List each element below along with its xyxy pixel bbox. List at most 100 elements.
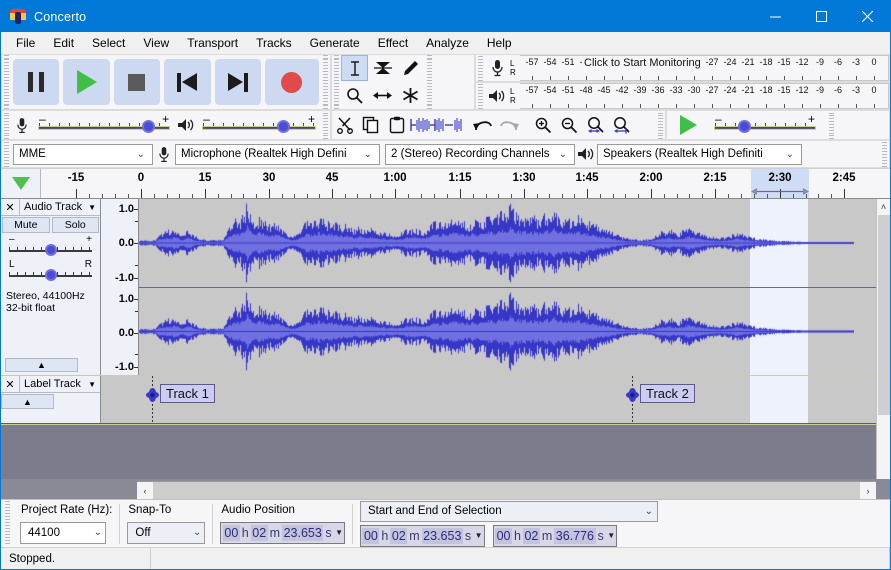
scroll-right-button[interactable]: › — [860, 482, 876, 499]
fit-selection-button[interactable] — [582, 112, 608, 138]
cut-button[interactable] — [332, 112, 358, 138]
solo-button[interactable]: Solo — [51, 217, 99, 233]
playback-volume-slider[interactable]: – + — [202, 112, 316, 136]
horizontal-scroll-thumb[interactable] — [153, 482, 860, 499]
toolbar-grip[interactable] — [2, 55, 11, 109]
toolbar-grip[interactable] — [332, 55, 341, 109]
toolbar-grip-right[interactable] — [425, 55, 434, 109]
slider-thumb[interactable] — [142, 120, 155, 133]
timeline-ruler[interactable]: -15 0 15 30 45 1:00 1:15 1:30 1:45 2:00 2:15 2:30 2:… — [41, 169, 890, 198]
playback-speed-slider[interactable]: – + — [714, 112, 816, 136]
chevron-down-icon[interactable]: ▼ — [607, 531, 615, 540]
paste-button[interactable] — [384, 112, 410, 138]
play-at-speed-button[interactable] — [671, 113, 705, 138]
pause-button[interactable] — [13, 59, 60, 105]
toolbar-grip[interactable] — [476, 83, 485, 109]
undo-button[interactable] — [470, 112, 496, 138]
chevron-down-icon[interactable]: ▼ — [475, 531, 483, 540]
recording-device-select[interactable]: Microphone (Realtek High Defini ⌄ — [175, 143, 380, 165]
waveform-channel-right[interactable] — [139, 288, 876, 375]
menu-help[interactable]: Help — [478, 34, 521, 52]
label-handle[interactable] — [626, 387, 639, 403]
scroll-up-button[interactable]: ˄ — [877, 199, 891, 214]
selection-mode-select[interactable]: Start and End of Selection ⌄ — [359, 500, 658, 522]
recording-meter-scale[interactable]: Click to Start Monitoring -57-54-51-48-4… — [520, 55, 889, 81]
copy-button[interactable] — [358, 112, 384, 138]
menu-edit[interactable]: Edit — [44, 34, 83, 52]
track-gain-slider[interactable]: – + — [9, 234, 92, 259]
trim-audio-button[interactable] — [410, 112, 436, 138]
recording-channels-select[interactable]: 2 (Stereo) Recording Channels ⌄ — [385, 143, 575, 165]
menu-tracks[interactable]: Tracks — [247, 34, 301, 52]
horizontal-scrollbar[interactable]: ‹ › — [137, 481, 876, 499]
menu-transport[interactable]: Transport — [178, 34, 247, 52]
toolbar-grip[interactable] — [476, 55, 485, 81]
chevron-down-icon[interactable]: ▼ — [88, 380, 100, 389]
selection-start-field[interactable]: 00 h 02 m 23.653 s ▼ — [359, 524, 485, 547]
multi-tool[interactable] — [397, 82, 424, 108]
playback-meter-toolbar[interactable]: L R -57 -54 -51 -48 -45 -42 -39 -36 -33 -30 -27 -24… — [475, 82, 890, 110]
toolbar-grip[interactable] — [2, 111, 11, 139]
zoom-out-button[interactable] — [556, 112, 582, 138]
menu-generate[interactable]: Generate — [301, 34, 369, 52]
envelope-tool[interactable] — [369, 55, 396, 81]
slider-thumb[interactable] — [44, 269, 57, 281]
toolbar-grip-right[interactable] — [320, 55, 330, 109]
slider-thumb[interactable] — [738, 120, 751, 133]
time-shift-tool[interactable] — [369, 82, 396, 108]
menu-view[interactable]: View — [134, 34, 178, 52]
close-track-button[interactable]: ✕ — [1, 375, 20, 393]
snap-to-select[interactable]: Off ⌄ — [127, 521, 206, 544]
minimize-icon[interactable] — [752, 1, 798, 32]
recording-meter-toolbar[interactable]: L R Click to Start Monitoring -57 -54 -51 -… — [475, 54, 890, 82]
waveform-channel-left[interactable] — [139, 199, 876, 287]
toolbar-grip-right[interactable] — [321, 111, 330, 139]
menu-file[interactable]: File — [7, 34, 44, 52]
scroll-left-button[interactable]: ‹ — [137, 482, 153, 499]
audio-track[interactable]: ✕ Audio Track ▼ Mute Solo – + L R Stereo… — [1, 199, 876, 377]
menu-effect[interactable]: Effect — [369, 34, 417, 52]
draw-tool[interactable] — [397, 55, 424, 81]
mute-button[interactable]: Mute — [2, 217, 50, 233]
menu-analyze[interactable]: Analyze — [417, 34, 478, 52]
skip-to-start-button[interactable] — [164, 59, 211, 105]
selection-tool[interactable] — [341, 55, 368, 81]
silence-audio-button[interactable] — [436, 112, 462, 138]
playback-device-select[interactable]: Speakers (Realtek High Definiti ⌄ — [597, 143, 802, 165]
zoom-in-button[interactable] — [530, 112, 556, 138]
recording-volume-slider[interactable]: – + — [37, 112, 171, 136]
label-handle[interactable] — [146, 387, 159, 403]
chevron-down-icon[interactable]: ▼ — [335, 528, 343, 537]
vertical-scrollbar[interactable]: ˄ — [876, 199, 890, 479]
maximize-icon[interactable] — [798, 1, 844, 32]
toolbar-grip-right[interactable] — [656, 111, 665, 139]
playback-meter-scale[interactable]: -57 -54 -51 -48 -45 -42 -39 -36 -33 -30 -27 -24 -21-… — [520, 83, 889, 109]
label-chip[interactable]: Track 1 — [160, 384, 215, 403]
label-track-collapse-button[interactable]: ▲ — [1, 394, 54, 409]
close-icon[interactable] — [844, 1, 890, 32]
track-pan-slider[interactable]: L R — [9, 259, 92, 284]
play-button[interactable] — [63, 59, 110, 105]
toolbar-grip-right[interactable] — [827, 111, 836, 139]
project-rate-select[interactable]: 44100 ⌄ — [20, 521, 106, 544]
slider-thumb[interactable] — [44, 244, 57, 256]
label-chip[interactable]: Track 2 — [640, 384, 695, 403]
vertical-scroll-thumb[interactable] — [877, 215, 890, 415]
record-button[interactable] — [264, 59, 319, 105]
fit-project-button[interactable] — [608, 112, 634, 138]
audio-position-field[interactable]: 00 h 02 m 23.653 s ▼ — [220, 521, 345, 544]
audio-host-select[interactable]: MME ⌄ — [13, 143, 153, 165]
selection-end-field[interactable]: 00 h 02 m 36.776 s ▼ — [492, 524, 618, 547]
chevron-down-icon[interactable]: ▼ — [88, 203, 100, 212]
pinned-play-head-button[interactable] — [1, 169, 41, 198]
toolbar-grip[interactable] — [2, 141, 11, 167]
zoom-tool[interactable] — [341, 82, 368, 108]
toolbar-grip[interactable] — [3, 500, 12, 544]
slider-thumb[interactable] — [277, 120, 291, 133]
stop-button[interactable] — [113, 59, 161, 105]
label-track[interactable]: ✕ Label Track ▼ ▲ Track 1 Track 2 — [1, 375, 876, 425]
toolbar-grip-right[interactable] — [880, 141, 889, 167]
track-collapse-button[interactable]: ▲ — [5, 358, 78, 372]
label-track-body[interactable]: Track 1 Track 2 — [139, 376, 876, 423]
close-track-button[interactable]: ✕ — [1, 199, 20, 216]
